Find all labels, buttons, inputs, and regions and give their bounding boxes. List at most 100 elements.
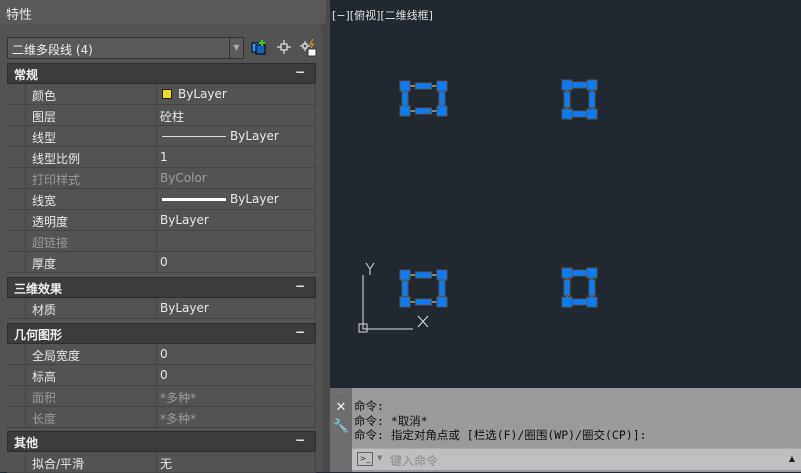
grip-handle — [399, 296, 411, 308]
grip-handle — [561, 108, 573, 120]
chevron-down-icon[interactable]: ▼ — [229, 38, 243, 58]
grip-handle — [436, 80, 448, 92]
collapse-icon[interactable]: − — [295, 65, 305, 79]
property-value[interactable]: 1 — [157, 147, 316, 168]
properties-panel: 特性 二维多段线 (4) ▼ 常规 − 颜色 ByLayer 图层 砼柱 线型 ByLayer 线… — [0, 0, 330, 473]
section-title: 其他 — [14, 436, 39, 450]
wrench-icon[interactable]: 🔧 — [330, 419, 352, 434]
property-label: 超链接 — [25, 231, 157, 252]
grip-handle — [399, 80, 411, 92]
property-row[interactable]: 颜色 ByLayer — [7, 84, 316, 105]
grip-handle — [436, 269, 448, 281]
grip-handle — [563, 279, 571, 296]
selected-polyline — [561, 267, 598, 308]
grip-handle — [561, 267, 573, 279]
prompt-icon[interactable]: >_ — [357, 452, 373, 466]
property-value[interactable]: ByLayer — [157, 126, 316, 147]
property-value-text: 0 — [160, 368, 168, 382]
property-row[interactable]: 线宽 ByLayer — [7, 189, 316, 210]
section-header[interactable]: 三维效果 − — [7, 277, 316, 298]
property-value-text: *多种* — [160, 391, 197, 405]
property-value[interactable]: 砼柱 — [157, 105, 316, 126]
property-value[interactable]: *多种* — [157, 407, 316, 428]
property-row[interactable]: 全局宽度 0 — [7, 344, 316, 365]
property-row[interactable]: 超链接 — [7, 231, 316, 252]
property-row[interactable]: 线型 ByLayer — [7, 126, 316, 147]
grip-handle — [586, 267, 598, 279]
property-value[interactable]: *多种* — [157, 386, 316, 407]
property-label: 颜色 — [25, 84, 157, 105]
grip-handle — [586, 108, 598, 120]
property-value-text: ByLayer — [160, 213, 209, 227]
property-value[interactable] — [157, 231, 316, 252]
command-placeholder: 键入命令 — [390, 454, 439, 468]
selected-polyline — [561, 79, 598, 120]
property-row[interactable]: 打印样式 ByColor — [7, 168, 316, 189]
property-row[interactable]: 标高 0 — [7, 365, 316, 386]
quick-select-icon[interactable] — [299, 38, 317, 57]
drag-handle-icon[interactable]: ⋯⋯ — [330, 390, 352, 397]
property-row[interactable]: 厚度 0 — [7, 252, 316, 273]
section-header[interactable]: 几何图形 − — [7, 323, 316, 344]
object-type-dropdown[interactable]: 二维多段线 (4) ▼ — [7, 37, 244, 59]
drawing-viewport[interactable]: [−][俯视][二维线框] X Y — [330, 0, 801, 388]
selected-polyline — [399, 80, 448, 117]
grip-handle — [436, 296, 448, 308]
section-header[interactable]: 常规 − — [7, 63, 316, 84]
linetype-preview — [162, 136, 226, 137]
property-value-text: ByLayer — [160, 301, 209, 315]
property-label: 透明度 — [25, 210, 157, 231]
collapse-icon[interactable]: − — [295, 433, 305, 447]
property-label: 面积 — [25, 386, 157, 407]
command-line: ⋯⋯ ✕ 🔧 命令: 命令: *取消* 命令: 指定对角点或 [栏选(F)/圈围… — [330, 388, 801, 472]
property-value[interactable]: 0 — [157, 252, 316, 273]
select-objects-icon[interactable] — [275, 39, 293, 57]
chevron-up-icon[interactable]: ▲ — [789, 454, 795, 463]
property-value[interactable]: 0 — [157, 344, 316, 365]
color-swatch — [162, 89, 172, 99]
close-icon[interactable]: ✕ — [330, 400, 352, 415]
property-value-text: 1 — [160, 150, 168, 164]
lineweight-preview — [162, 198, 226, 201]
property-value[interactable]: ByLayer — [157, 210, 316, 231]
property-row[interactable]: 透明度 ByLayer — [7, 210, 316, 231]
property-value[interactable]: 0 — [157, 365, 316, 386]
property-row[interactable]: 材质 ByLayer — [7, 298, 316, 319]
section-title: 几何图形 — [14, 328, 63, 342]
grip-handle — [563, 91, 571, 108]
grip-handle — [399, 105, 411, 117]
section-header[interactable]: 其他 − — [7, 431, 316, 452]
property-label: 长度 — [25, 407, 157, 428]
property-value[interactable]: ByColor — [157, 168, 316, 189]
grip-handle — [561, 296, 573, 308]
grip-handle — [415, 271, 432, 279]
grip-handle — [438, 280, 446, 297]
property-value-text: ByLayer — [178, 87, 227, 101]
property-value[interactable]: ByLayer — [157, 189, 316, 210]
property-value[interactable]: 无 — [157, 452, 316, 473]
property-value-text: ByLayer — [230, 129, 279, 143]
grip-handle — [415, 298, 432, 306]
grip-handle — [399, 269, 411, 281]
chevron-down-icon[interactable]: ▼ — [377, 454, 382, 462]
property-row[interactable]: 面积 *多种* — [7, 386, 316, 407]
property-label: 拟合/平滑 — [25, 452, 157, 473]
history-line: 命令: — [354, 399, 384, 413]
grip-handle — [588, 91, 596, 108]
command-input[interactable]: >_ ▼ 键入命令 ▲ — [352, 448, 801, 470]
property-row[interactable]: 长度 *多种* — [7, 407, 316, 428]
property-value[interactable]: ByLayer — [157, 84, 316, 105]
drawing-canvas — [358, 79, 598, 333]
collapse-icon[interactable]: − — [295, 325, 305, 339]
section-title: 三维效果 — [14, 282, 63, 296]
collapse-icon[interactable]: − — [295, 279, 305, 293]
property-value[interactable]: ByLayer — [157, 298, 316, 319]
property-row[interactable]: 线型比例 1 — [7, 147, 316, 168]
command-history: 命令: 命令: *取消* 命令: 指定对角点或 [栏选(F)/圈围(WP)/圈交… — [354, 399, 647, 443]
toggle-pickadd-icon[interactable] — [250, 39, 268, 57]
selected-polyline — [399, 269, 448, 308]
property-row[interactable]: 图层 砼柱 — [7, 105, 316, 126]
property-row[interactable]: 拟合/平滑无 — [7, 452, 316, 473]
polyline-outline — [404, 274, 443, 303]
section-title: 常规 — [14, 68, 39, 82]
